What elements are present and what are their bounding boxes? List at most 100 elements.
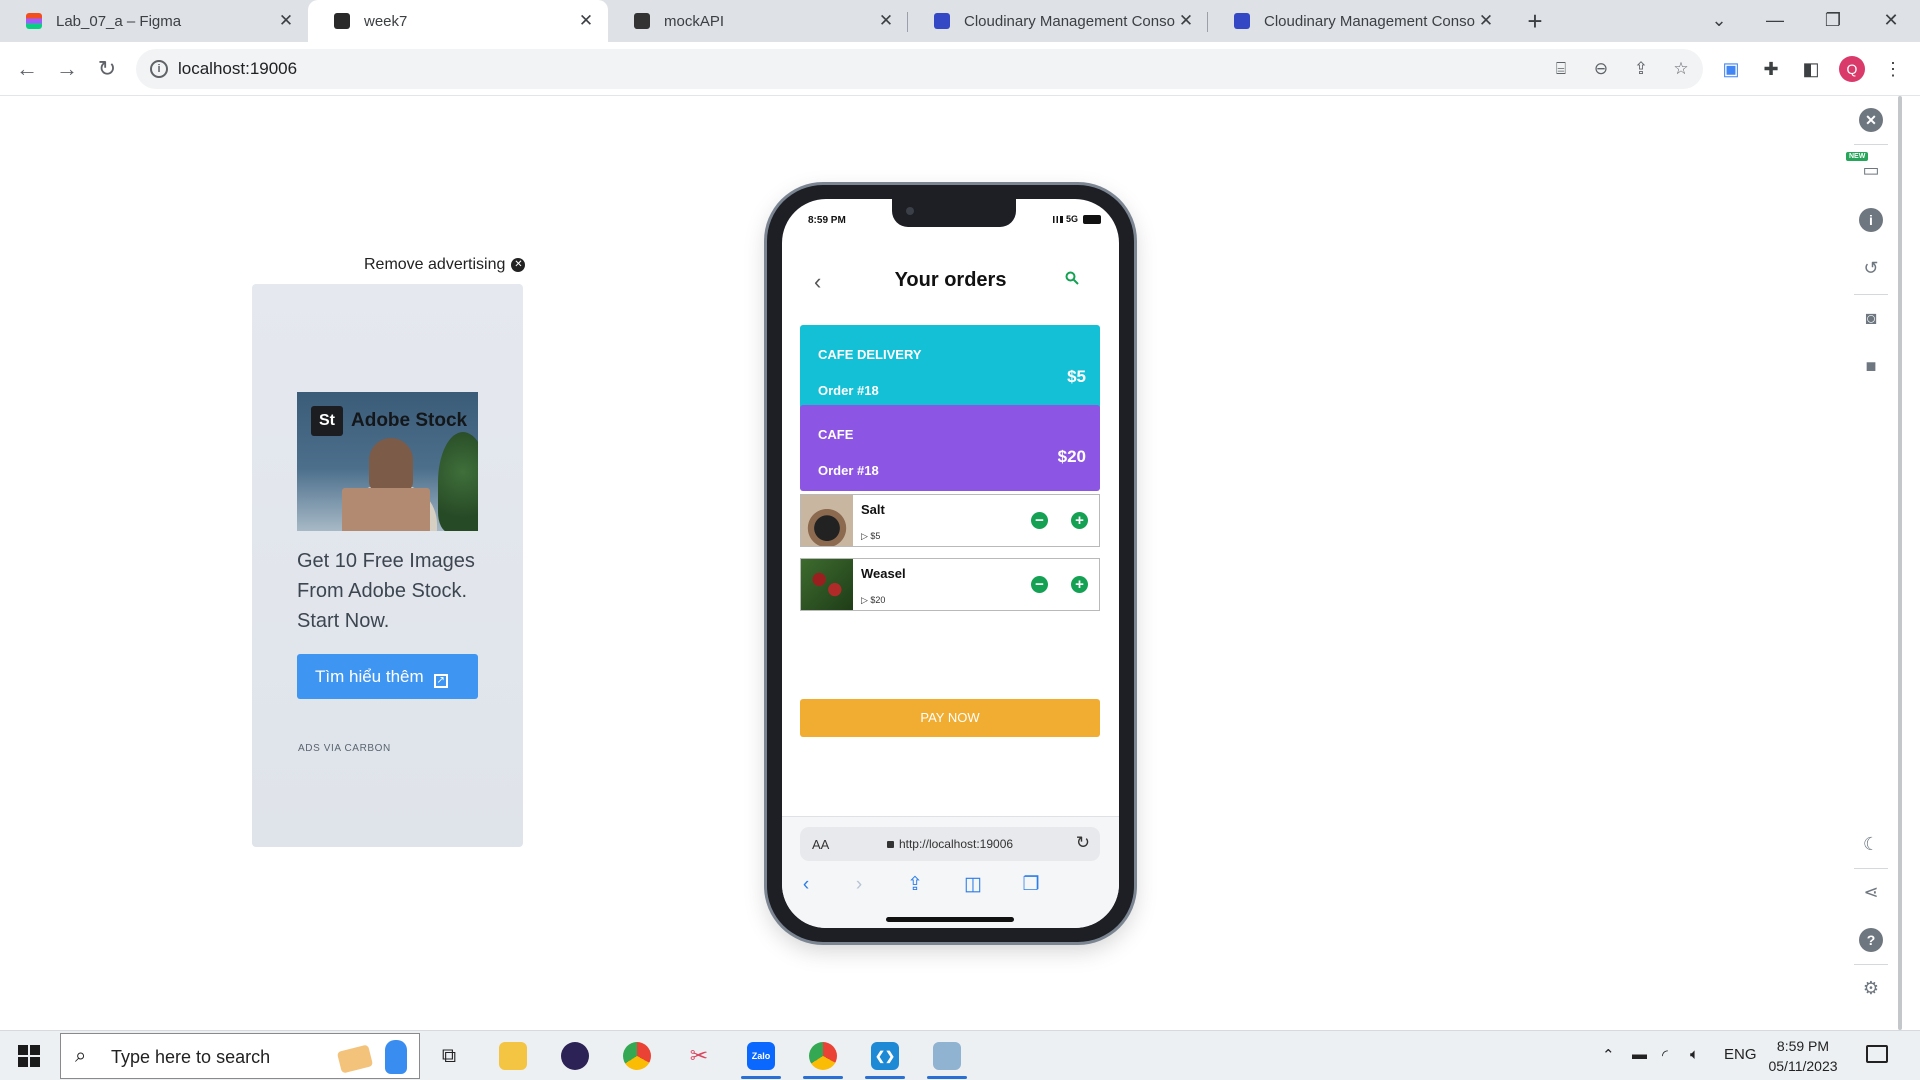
dark-mode-moon-icon[interactable]: ☾ — [1859, 832, 1883, 856]
safari-bookmarks-icon[interactable]: ◫ — [959, 873, 987, 897]
snipping-tool-icon[interactable]: ✂ — [676, 1036, 722, 1076]
sidebar-divider — [1854, 144, 1888, 145]
address-bar[interactable]: i localhost:19006 ⌸ ⊖ ⇪ ☆ — [136, 49, 1703, 89]
vscode-icon[interactable]: ❮❯ — [862, 1036, 908, 1079]
extensions-puzzle-icon[interactable]: ✚ — [1756, 54, 1786, 84]
tab-week7[interactable]: week7 ✕ — [308, 0, 608, 42]
ad-text[interactable]: Get 10 Free Images From Adobe Stock. Sta… — [297, 546, 487, 636]
taskbar-clock[interactable]: 8:59 PM 05/11/2023 — [1768, 1036, 1838, 1076]
camera-icon[interactable]: ◙ — [1859, 306, 1883, 330]
forward-button[interactable]: → — [50, 52, 84, 86]
notification-center-icon[interactable] — [1866, 1045, 1888, 1063]
increase-quantity-button[interactable]: + — [1071, 512, 1088, 529]
battery-icon[interactable]: ▬ — [1632, 1046, 1647, 1063]
browser-toolbar: ← → ↻ i localhost:19006 ⌸ ⊖ ⇪ ☆ ▣ ✚ ◧ Q … — [0, 42, 1920, 96]
tab-figma[interactable]: Lab_07_a – Figma ✕ — [0, 0, 308, 42]
laptop-graphic — [342, 488, 430, 531]
page-scrollbar[interactable] — [1898, 96, 1902, 1030]
battery-icon — [1083, 214, 1101, 224]
tab-search-chevron-icon[interactable]: ⌄ — [1696, 0, 1742, 42]
item-row-weasel: Weasel ▷ $20 − + — [800, 558, 1100, 611]
profile-avatar[interactable]: Q — [1839, 56, 1865, 82]
remove-advertising-link[interactable]: Remove advertising ✕ — [364, 256, 526, 274]
restore-button[interactable]: ❐ — [1810, 0, 1856, 42]
language-indicator[interactable]: ENG — [1724, 1046, 1757, 1063]
safari-forward-icon[interactable]: › — [845, 873, 873, 897]
close-icon[interactable]: ✕ — [1178, 11, 1194, 31]
app-header: ‹ Your orders — [782, 261, 1119, 301]
video-camera-icon[interactable]: ■ — [1859, 354, 1883, 378]
volume-icon[interactable]: 🔈︎ — [1690, 1046, 1699, 1063]
file-explorer-icon[interactable] — [490, 1036, 536, 1076]
wifi-icon[interactable]: ◜ — [1662, 1046, 1668, 1064]
order-number: Order #18 — [818, 463, 879, 478]
app-icon[interactable] — [924, 1036, 970, 1079]
translate-icon[interactable]: ⌸ — [1549, 57, 1573, 81]
reload-button[interactable]: ↻ — [90, 52, 124, 86]
external-link-icon: ↗ — [433, 674, 448, 688]
safari-tabs-icon[interactable]: ❐ — [1017, 873, 1045, 897]
close-icon[interactable]: ✕ — [878, 11, 894, 31]
figma-icon — [26, 13, 42, 29]
reload-icon[interactable]: ↻ — [1076, 833, 1090, 853]
expo-sidebar: ✕ NEW ▭ i ↺ ◙ ■ ☾ ⋖ ? ⚙ — [1846, 96, 1920, 1030]
order-number: Order #18 — [818, 383, 879, 398]
ad-image[interactable]: St Adobe Stock — [297, 392, 478, 531]
safari-address-bar[interactable]: AA http://localhost:19006 ↻ — [800, 827, 1100, 861]
cloudinary-icon — [1234, 13, 1250, 29]
pay-now-button[interactable]: PAY NOW — [800, 699, 1100, 737]
close-icon[interactable]: ✕ — [578, 11, 594, 31]
share-nodes-icon[interactable]: ⋖ — [1859, 880, 1883, 904]
safari-back-icon[interactable]: ‹ — [792, 873, 820, 897]
help-icon[interactable]: ? — [1859, 928, 1883, 952]
close-circle-icon[interactable]: ✕ — [1859, 108, 1883, 132]
tab-cloudinary-2[interactable]: Cloudinary Management Conso ✕ — [1208, 0, 1508, 42]
back-button[interactable]: ← — [10, 52, 44, 86]
tab-mockapi[interactable]: mockAPI ✕ — [608, 0, 908, 42]
tab-title: mockAPI — [664, 12, 725, 30]
safari-share-icon[interactable]: ⇪ — [901, 873, 929, 897]
increase-quantity-button[interactable]: + — [1071, 576, 1088, 593]
minimize-button[interactable]: — — [1752, 0, 1798, 42]
devices-icon[interactable]: ▭ — [1859, 158, 1883, 182]
item-price: ▷ $20 — [861, 595, 886, 605]
bookmark-star-icon[interactable]: ☆ — [1669, 57, 1693, 81]
close-icon[interactable]: ✕ — [278, 11, 294, 31]
zoom-out-icon[interactable]: ⊖ — [1589, 57, 1613, 81]
share-icon[interactable]: ⇪ — [1629, 57, 1653, 81]
adobe-stock-logo-text: Adobe Stock — [351, 410, 468, 431]
ads-via-carbon-link[interactable]: ADS VIA CARBON — [298, 743, 391, 754]
menu-kebab-icon[interactable]: ⋮ — [1878, 54, 1908, 84]
order-card-cafe-delivery[interactable]: CAFE DELIVERY Order #18 $5 — [800, 325, 1100, 411]
zalo-icon[interactable]: Zalo — [738, 1036, 784, 1079]
search-highlight-graphic — [385, 1040, 407, 1074]
order-card-cafe[interactable]: CAFE Order #18 $20 — [800, 405, 1100, 491]
eclipse-icon[interactable] — [552, 1036, 598, 1076]
close-icon[interactable]: ✕ — [1478, 11, 1494, 31]
tray-chevron-up-icon[interactable]: ⌃ — [1602, 1046, 1615, 1064]
decrease-quantity-button[interactable]: − — [1031, 576, 1048, 593]
new-tab-button[interactable]: + — [1520, 6, 1550, 36]
search-icon[interactable] — [1065, 271, 1079, 285]
task-view-icon[interactable]: ⧉ — [426, 1036, 472, 1076]
sidebar-divider — [1854, 964, 1888, 965]
close-window-button[interactable]: ✕ — [1868, 0, 1914, 42]
chrome-icon[interactable] — [614, 1036, 660, 1076]
safari-url-text: http://localhost:19006 — [898, 837, 1014, 851]
taskbar-search-input[interactable]: ⌕ Type here to search — [60, 1033, 420, 1079]
ad-learn-more-button[interactable]: Tìm hiểu thêm ↗ — [297, 654, 478, 699]
ad-button-label: Tìm hiểu thêm — [315, 667, 424, 686]
address-url: localhost:19006 — [178, 59, 298, 78]
site-info-icon[interactable]: i — [150, 60, 168, 78]
chrome-profile-icon[interactable] — [800, 1036, 846, 1079]
side-panel-icon[interactable]: ◧ — [1796, 54, 1826, 84]
signal-icon — [1050, 215, 1063, 223]
google-translate-icon[interactable]: ▣ — [1716, 54, 1746, 84]
decrease-quantity-button[interactable]: − — [1031, 512, 1048, 529]
info-icon[interactable]: i — [1859, 208, 1883, 232]
tab-cloudinary-1[interactable]: Cloudinary Management Conso ✕ — [908, 0, 1208, 42]
order-price: $20 — [1057, 447, 1086, 466]
rotate-icon[interactable]: ↺ — [1859, 256, 1883, 280]
settings-gear-icon[interactable]: ⚙ — [1859, 976, 1883, 1000]
windows-start-icon[interactable] — [18, 1045, 40, 1067]
